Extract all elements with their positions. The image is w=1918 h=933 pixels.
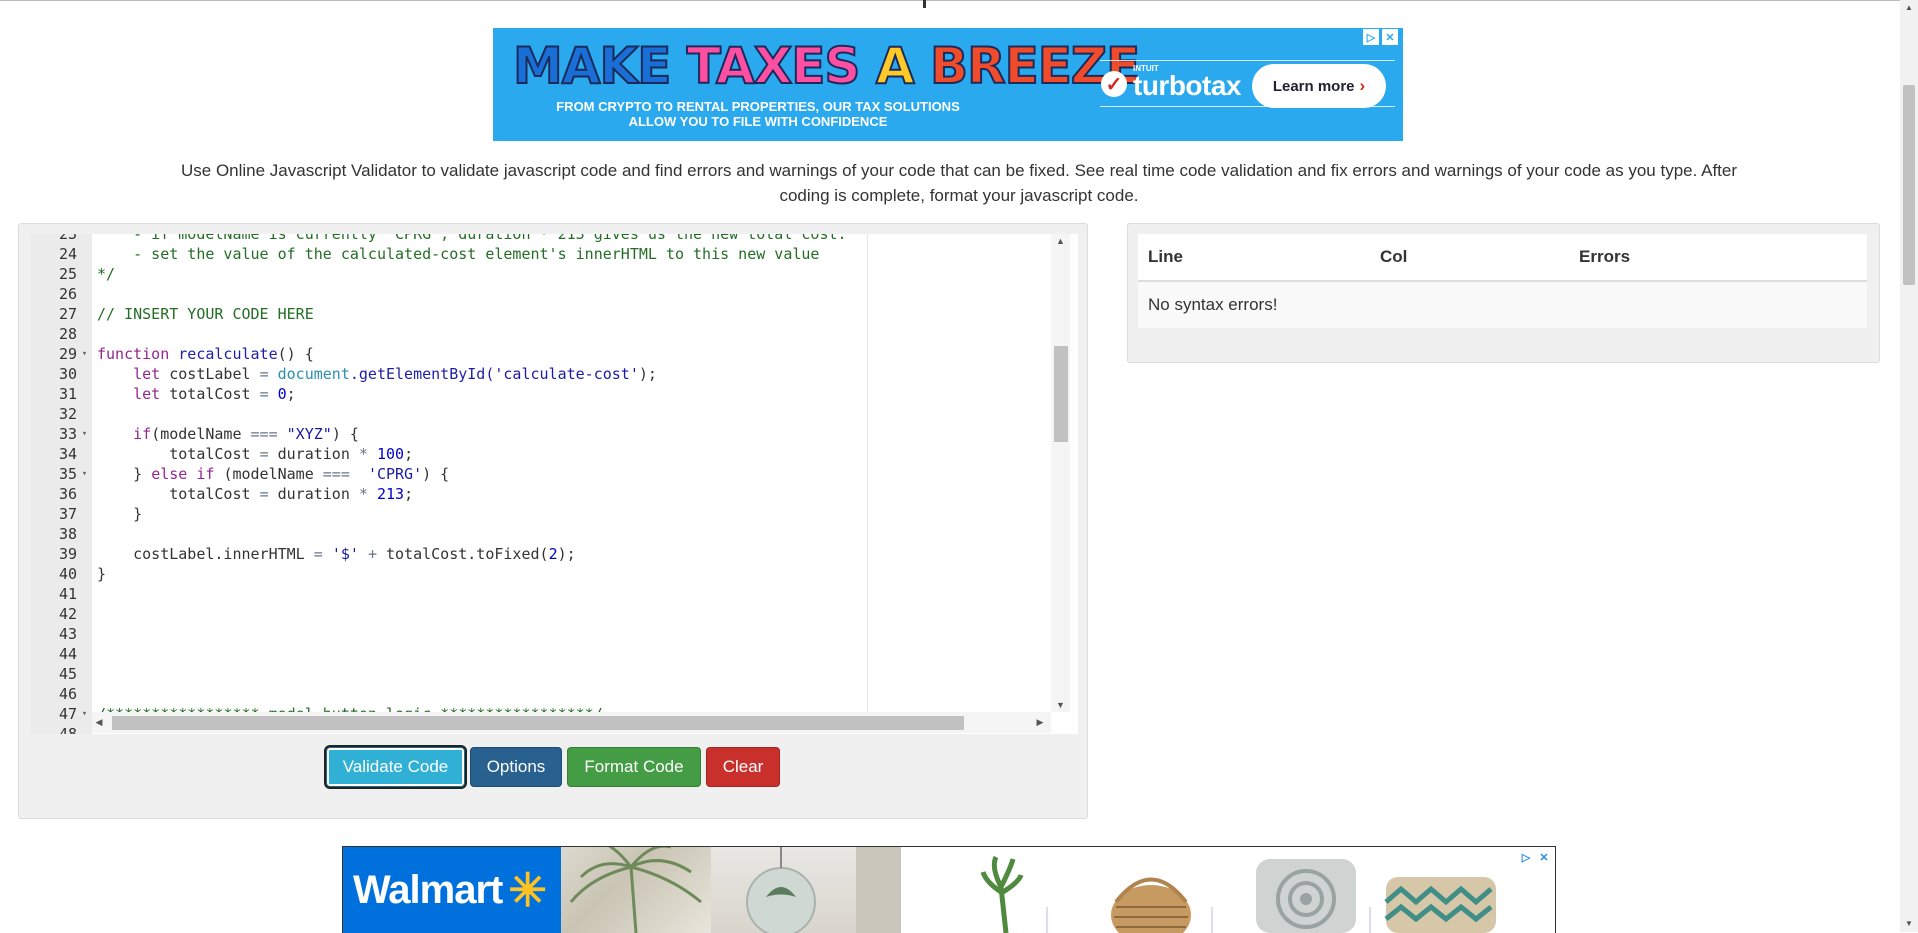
code-line: 43	[58, 625, 77, 643]
product-strip	[901, 847, 1555, 933]
ad-subline-2: ALLOW YOU TO FILE WITH CONFIDENCE	[628, 114, 888, 129]
intuit-label: INTUIT	[1133, 64, 1159, 73]
errors-panel: Line Col Errors No syntax errors!	[1127, 223, 1880, 363]
code-line: 31 let totalCost = 0;	[58, 385, 296, 403]
scroll-right-icon[interactable]: ▶	[1033, 712, 1047, 733]
fold-icon: ▾	[81, 469, 88, 479]
options-button[interactable]: Options	[470, 747, 562, 787]
fold-icon: ▾	[81, 709, 88, 719]
check-icon: ✓	[1101, 71, 1127, 97]
code-line: 45	[58, 665, 77, 683]
text-cursor	[923, 0, 926, 8]
header-line: Line	[1148, 247, 1183, 266]
ad-subline-1: FROM CRYPTO TO RENTAL PROPERTIES, OUR TA…	[556, 99, 960, 114]
code-editor[interactable]: 23 - if modelName is currently 'CPRG', d…	[31, 234, 1078, 734]
page-scroll-thumb[interactable]	[1903, 85, 1915, 285]
scroll-down-icon[interactable]: ▼	[1051, 698, 1070, 712]
code-line: 25 */	[58, 265, 116, 283]
editor-horizontal-scrollbar[interactable]: ◀ ▶	[92, 712, 1051, 733]
adchoices-icon[interactable]: ▷	[1518, 849, 1534, 865]
code-line: 46	[58, 685, 77, 703]
ad-subline: FROM CRYPTO TO RENTAL PROPERTIES, OUR TA…	[548, 99, 968, 129]
learn-more-button[interactable]: Learn more ›	[1252, 64, 1386, 108]
code-line: 27// INSERT YOUR CODE HERE	[58, 305, 314, 323]
code-line: 26	[58, 285, 77, 303]
scroll-down-icon[interactable]: ▼	[1900, 916, 1918, 932]
editor-vertical-scroll-thumb[interactable]	[1054, 346, 1068, 442]
fold-icon: ▾	[81, 429, 88, 439]
code-line: 30 let costLabel = document.getElementBy…	[58, 365, 657, 383]
ad-headline-a: A	[875, 36, 916, 96]
product-image-wall	[856, 847, 901, 933]
code-line: 39 costLabel.innerHTML = '$' + totalCost…	[58, 545, 576, 563]
code-line: 23 - if modelName is currently 'CPRG', d…	[58, 234, 847, 243]
code-line: 29 ▾ function recalculate() {	[58, 345, 314, 363]
code-line: 36 totalCost = duration * 213;	[58, 485, 414, 503]
code-line: 32	[58, 405, 77, 423]
code-line: 24 - set the value of the calculated-cos…	[58, 245, 820, 263]
code-line: 33 ▾ if(modelName === "XYZ") {	[58, 425, 359, 443]
validate-code-button[interactable]: Validate Code	[326, 747, 465, 787]
code-line: 34 totalCost = duration * 100;	[58, 445, 414, 463]
no-errors-message: No syntax errors!	[1138, 282, 1867, 328]
turbotax-ad-banner[interactable]: MAKE TAXES A BREEZE FROM CRYPTO TO RENTA…	[493, 28, 1403, 141]
ad-headline-make: MAKE	[512, 36, 672, 96]
code-line: 40}	[58, 565, 107, 583]
code-line: 44	[58, 645, 77, 663]
code-line: 42	[58, 605, 77, 623]
ad-headline-taxes: TAXES	[686, 36, 862, 96]
scroll-up-icon[interactable]: ▲	[1051, 234, 1070, 248]
editor-horizontal-scroll-thumb[interactable]	[112, 716, 964, 730]
top-border	[0, 0, 1918, 1]
close-icon[interactable]: ✕	[1382, 29, 1398, 45]
fold-icon: ▾	[81, 349, 88, 359]
errors-table-header: Line Col Errors	[1138, 234, 1867, 282]
ad-headline: MAKE TAXES A BREEZE	[512, 36, 1141, 96]
intro-text: Use Online Javascript Validator to valid…	[180, 161, 1738, 205]
code-line: 35 ▾ } else if (modelName === 'CPRG') {	[58, 465, 450, 483]
walmart-logo: Walmart ✳	[343, 847, 561, 933]
errors-table: Line Col Errors No syntax errors!	[1138, 234, 1867, 328]
code-line: 28	[58, 325, 77, 343]
code-line: 41	[58, 585, 77, 603]
scroll-left-icon[interactable]: ◀	[92, 712, 106, 733]
close-icon[interactable]: ✕	[1536, 849, 1552, 865]
code-line: 37 }	[58, 505, 143, 523]
page-scrollbar[interactable]: ▲ ▼	[1900, 0, 1918, 932]
format-code-button[interactable]: Format Code	[567, 747, 701, 787]
scroll-up-icon[interactable]: ▲	[1900, 0, 1918, 16]
editor-vertical-scrollbar[interactable]: ▲ ▼	[1051, 234, 1070, 712]
learn-more-label: Learn more	[1272, 77, 1355, 95]
product-image-palm	[561, 847, 711, 933]
spark-icon: ✳	[508, 864, 547, 916]
chevron-right-icon: ›	[1359, 76, 1366, 95]
walmart-ad-banner[interactable]: Walmart ✳ ▷ ✕	[342, 846, 1556, 933]
editor-toolbar: Validate Code Options Format Code Clear	[326, 747, 780, 787]
turbotax-name: turbotax	[1133, 70, 1242, 101]
walmart-brand: Walmart	[353, 867, 503, 912]
code-line: 38	[58, 525, 77, 543]
turbotax-logo: ✓ INTUIT turbotax	[1101, 64, 1242, 102]
editor-panel: 23 - if modelName is currently 'CPRG', d…	[18, 223, 1088, 819]
product-image-terrarium	[711, 847, 856, 933]
header-errors: Errors	[1579, 247, 1631, 266]
ad-divider	[1100, 60, 1395, 61]
clear-button[interactable]: Clear	[706, 747, 780, 787]
adchoices-icon[interactable]: ▷	[1363, 29, 1379, 45]
header-col: Col	[1380, 247, 1408, 266]
